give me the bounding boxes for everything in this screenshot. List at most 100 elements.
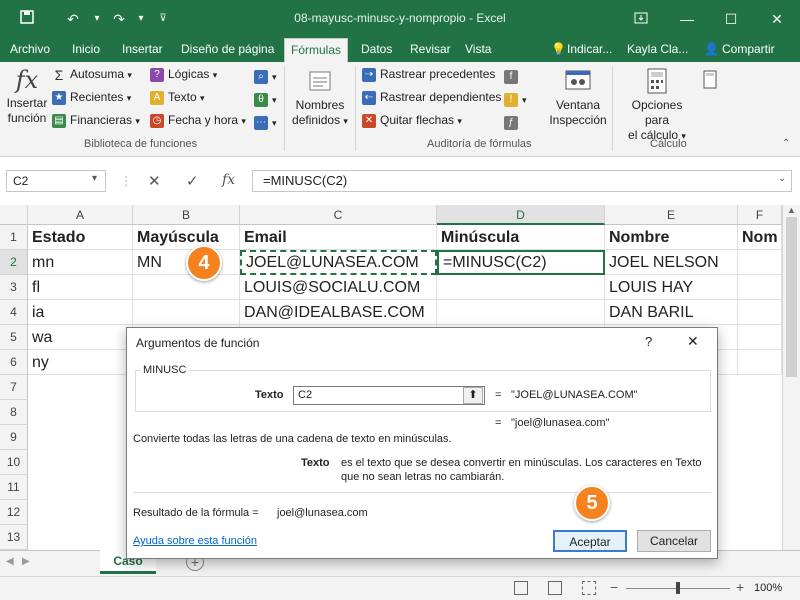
calc-now-button[interactable] [702, 70, 718, 93]
cell-e3[interactable]: LOUIS HAY [605, 275, 738, 300]
math-button[interactable]: θ ▾ [254, 89, 277, 109]
cell-d4[interactable] [437, 300, 605, 325]
date-time-button[interactable]: ◷ Fecha y hora ▾ [150, 110, 246, 130]
cell-c4[interactable]: DAN@IDEALBASE.COM [240, 300, 437, 325]
row-header-3[interactable]: 3 [0, 275, 28, 300]
collapse-ribbon-icon[interactable]: ⌃ [782, 138, 790, 149]
col-header-b[interactable]: B [133, 205, 240, 225]
show-formulas-button[interactable]: f [504, 66, 527, 86]
cancel-icon[interactable]: ✕ [148, 172, 161, 190]
text-button[interactable]: A Texto ▾ [150, 87, 246, 107]
cell-a6[interactable]: ny [28, 350, 133, 375]
row-header-11[interactable]: 11 [0, 475, 28, 500]
expand-formula-bar-icon[interactable]: ⌄ [778, 173, 786, 184]
page-break-view-icon[interactable] [582, 581, 596, 595]
row-header-12[interactable]: 12 [0, 500, 28, 525]
cell-a2[interactable]: mn [28, 250, 133, 275]
col-header-e[interactable]: E [605, 205, 738, 225]
name-box[interactable]: C2 [6, 170, 106, 192]
tab-inicio[interactable]: Inicio [72, 38, 100, 62]
cell-d2[interactable]: =MINUSC(C2) [437, 250, 605, 275]
help-link[interactable]: Ayuda sobre esta función [133, 535, 257, 547]
dialog-close-icon[interactable]: ✕ [687, 333, 699, 350]
dialog-help-button[interactable]: ? [645, 334, 652, 349]
cell-c1[interactable]: Email [240, 225, 437, 250]
row-header-4[interactable]: 4 [0, 300, 28, 325]
ok-button[interactable]: Aceptar [553, 530, 627, 552]
row-header-6[interactable]: 6 [0, 350, 28, 375]
cell-c2[interactable]: JOEL@LUNASEA.COM [240, 250, 437, 275]
remove-arrows-button[interactable]: ✕ Quitar flechas ▾ [362, 110, 501, 130]
cell-f6[interactable] [738, 350, 782, 375]
cell-f2[interactable] [738, 250, 782, 275]
minimize-icon[interactable]: — [674, 8, 700, 30]
logical-button[interactable]: ? Lógicas ▾ [150, 64, 246, 84]
close-icon[interactable]: ✕ [764, 8, 790, 30]
scroll-up-icon[interactable]: ▲ [783, 205, 800, 215]
cell-a1[interactable]: Estado [28, 225, 133, 250]
cell-f5[interactable] [738, 325, 782, 350]
cell-c3[interactable]: LOUIS@SOCIALU.COM [240, 275, 437, 300]
argument-text-input[interactable]: C2 [293, 386, 485, 405]
row-header-2[interactable]: 2 [0, 250, 28, 275]
cell-e2[interactable]: JOEL NELSON [605, 250, 738, 275]
col-header-a[interactable]: A [28, 205, 133, 225]
enter-icon[interactable]: ✓ [186, 172, 199, 190]
error-checking-button[interactable]: ! ▾ [504, 89, 527, 109]
tab-revisar[interactable]: Revisar [410, 38, 451, 62]
collapse-dialog-icon[interactable]: ⬆ [463, 387, 483, 404]
tell-me-icon[interactable]: 💡 [551, 38, 566, 62]
zoom-in-icon[interactable]: + [736, 579, 744, 595]
tab-diseno-pagina[interactable]: Diseño de página [181, 38, 274, 62]
col-header-f[interactable]: F [738, 205, 782, 225]
cell-f4[interactable] [738, 300, 782, 325]
row-header-5[interactable]: 5 [0, 325, 28, 350]
cell-b3[interactable] [133, 275, 240, 300]
trace-precedents-button[interactable]: ⇢ Rastrear precedentes [362, 64, 501, 84]
defined-names-button[interactable]: Nombres definidos ▾ [290, 68, 350, 129]
trace-dependents-button[interactable]: ⇠ Rastrear dependientes [362, 87, 501, 107]
autosum-button[interactable]: Σ Autosuma ▾ [52, 64, 140, 84]
cell-a3[interactable]: fl [28, 275, 133, 300]
vertical-scrollbar[interactable]: ▲ [782, 205, 800, 550]
insert-function-fx-icon[interactable]: fx [222, 172, 235, 188]
cell-e1[interactable]: Nombre [605, 225, 738, 250]
page-layout-view-icon[interactable] [548, 581, 562, 595]
watch-window-button[interactable]: Ventana Inspección [546, 68, 610, 128]
cell-a4[interactable]: ia [28, 300, 133, 325]
share-button[interactable]: Compartir [722, 38, 775, 62]
row-header-13[interactable]: 13 [0, 525, 28, 550]
cell-b4[interactable] [133, 300, 240, 325]
cell-a5[interactable]: wa [28, 325, 133, 350]
name-box-dropdown-icon[interactable]: ▾ [92, 173, 97, 184]
financial-button[interactable]: ▤ Financieras ▾ [52, 110, 140, 130]
normal-view-icon[interactable] [514, 581, 528, 595]
maximize-icon[interactable]: ☐ [718, 8, 744, 30]
evaluate-formula-button[interactable]: ƒ [504, 112, 527, 132]
row-header-1[interactable]: 1 [0, 225, 28, 250]
tab-insertar[interactable]: Insertar [122, 38, 163, 62]
cell-f1[interactable]: Nom [738, 225, 782, 250]
cell-d3[interactable] [437, 275, 605, 300]
tab-archivo[interactable]: Archivo [10, 38, 50, 62]
zoom-slider-thumb[interactable] [676, 582, 680, 594]
cell-f3[interactable] [738, 275, 782, 300]
select-all-corner[interactable] [0, 205, 28, 225]
row-header-7[interactable]: 7 [0, 375, 28, 400]
scroll-thumb[interactable] [786, 217, 797, 377]
col-header-c[interactable]: C [240, 205, 437, 225]
cell-b1[interactable]: Mayúscula [133, 225, 240, 250]
tell-me-box[interactable]: Indicar... [567, 38, 612, 62]
calc-options-button[interactable]: Opciones para el cálculo ▾ [618, 68, 696, 144]
ribbon-display-icon[interactable] [628, 8, 654, 30]
insert-function-button[interactable]: fx Insertar función [6, 66, 48, 126]
cell-d1[interactable]: Minúscula [437, 225, 605, 250]
more-functions-button[interactable]: ⋯ ▾ [254, 112, 277, 132]
tab-vista[interactable]: Vista [465, 38, 491, 62]
recent-button[interactable]: ★ Recientes ▾ [52, 87, 140, 107]
col-header-d[interactable]: D [437, 205, 605, 225]
zoom-out-icon[interactable]: − [610, 579, 618, 595]
formula-input[interactable]: =MINUSC(C2) [252, 170, 792, 192]
cancel-button[interactable]: Cancelar [637, 530, 711, 552]
next-sheet-icon[interactable]: ▶ [22, 556, 30, 567]
